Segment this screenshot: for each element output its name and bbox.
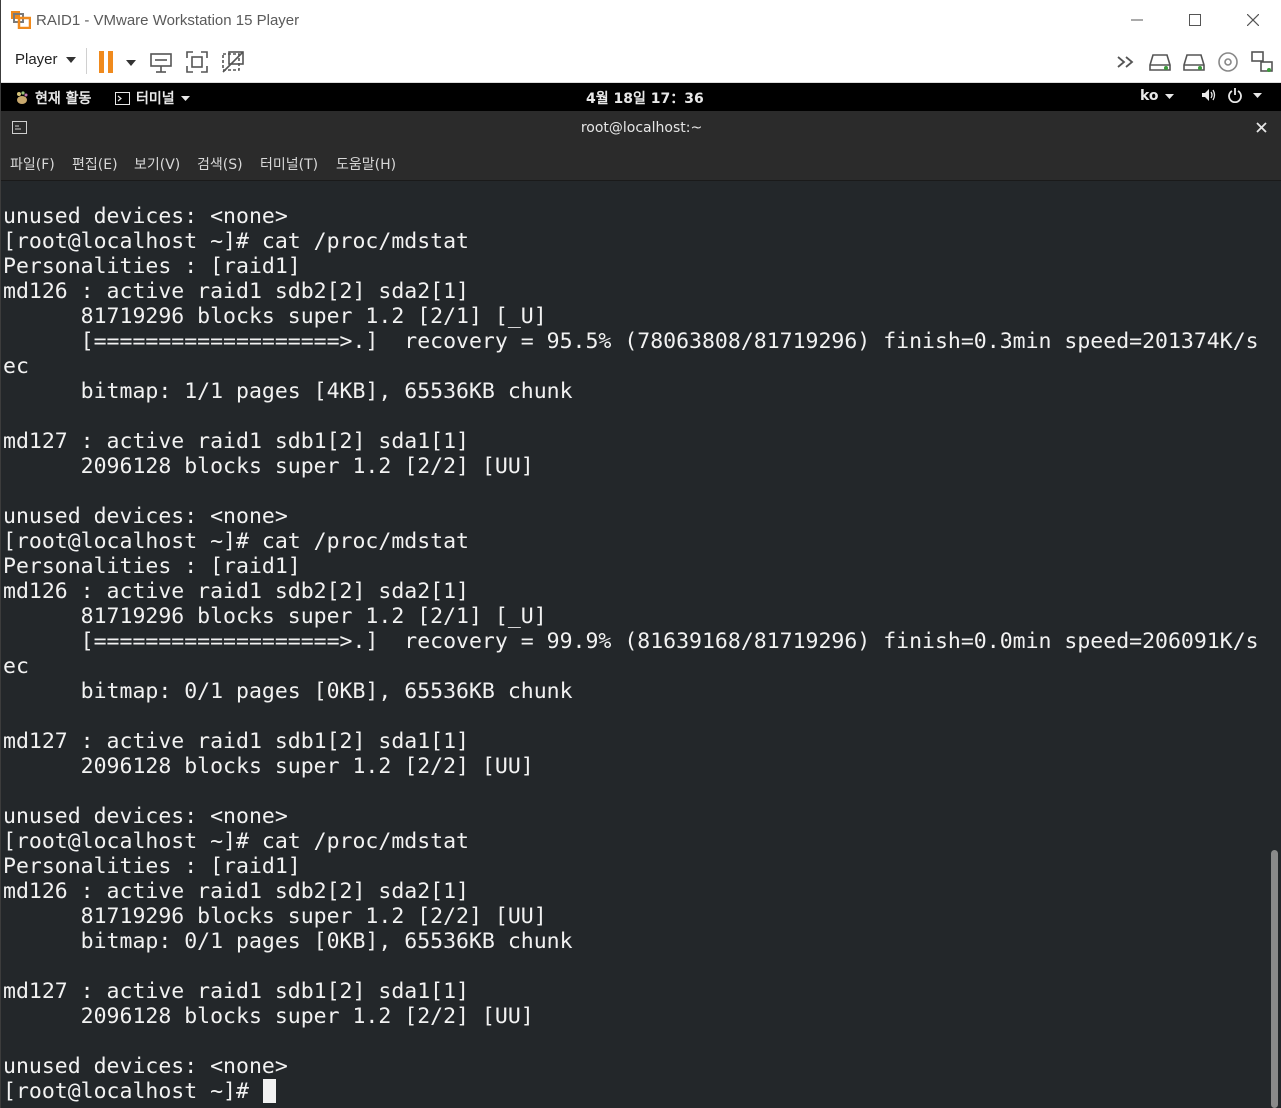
menu-edit[interactable]: 편집(E): [72, 154, 118, 174]
window-title: RAID1 - VMware Workstation 15 Player: [36, 12, 300, 29]
cd-dvd-icon[interactable]: [1216, 50, 1240, 74]
terminal-output-text: unused devices: <none> [root@localhost ~]…: [3, 204, 1259, 1104]
terminal-line: unused devices: <none>: [3, 804, 288, 829]
clock[interactable]: 4월 18일 17：36: [586, 88, 704, 108]
terminal-line: Personalities : [raid1]: [3, 554, 301, 579]
gnome-foot-icon: [17, 91, 28, 104]
menu-file[interactable]: 파일(F): [10, 154, 55, 174]
terminal-app-menu[interactable]: 터미널: [115, 88, 190, 108]
menu-help[interactable]: 도움말(H): [336, 154, 396, 174]
terminal-line: 81719296 blocks super 1.2 [2/2] [UU]: [3, 904, 547, 929]
terminal-line: md127 : active raid1 sdb1[2] sda1[1]: [3, 729, 469, 754]
close-window-button[interactable]: [1224, 0, 1281, 40]
activities-label: 현재 활동: [35, 91, 92, 107]
activities-button[interactable]: 현재 활동: [15, 88, 91, 108]
terminal-menu-bar: 파일(F) 편집(E) 보기(V) 검색(S) 터미널(T) 도움말(H): [1, 145, 1281, 181]
gnome-top-bar: 현재 활동 터미널 4월 18일 17：36 ko: [1, 83, 1281, 111]
terminal-line: ec: [3, 654, 29, 679]
power-icon: [1228, 88, 1242, 103]
terminal-line: md127 : active raid1 sdb1[2] sda1[1]: [3, 979, 469, 1004]
terminal-line: Personalities : [raid1]: [3, 854, 301, 879]
toolbar-divider: [86, 48, 87, 74]
hard-disk-icon[interactable]: [1148, 50, 1172, 74]
terminal-line: unused devices: <none>: [3, 504, 288, 529]
terminal-output-area[interactable]: unused devices: <none> [root@localhost ~]…: [1, 181, 1281, 1108]
terminal-line: bitmap: 0/1 pages [0KB], 65536KB chunk: [3, 929, 573, 954]
terminal-line: 2096128 blocks super 1.2 [2/2] [UU]: [3, 454, 534, 479]
minimize-button[interactable]: [1108, 0, 1166, 40]
terminal-line: [root@localhost ~]# cat /proc/mdstat: [3, 829, 469, 854]
menu-terminal[interactable]: 터미널(T): [260, 154, 318, 174]
close-icon: [1256, 122, 1267, 133]
close-icon: [1247, 14, 1259, 26]
terminal-line: unused devices: <none>: [3, 1054, 288, 1079]
terminal-line: md126 : active raid1 sdb2[2] sda2[1]: [3, 279, 469, 304]
more-icon[interactable]: [1114, 50, 1138, 74]
player-menu-button[interactable]: Player: [15, 51, 76, 68]
menu-view[interactable]: 보기(V): [134, 154, 180, 174]
terminal-line: md126 : active raid1 sdb2[2] sda2[1]: [3, 579, 469, 604]
volume-icon: [1202, 89, 1216, 101]
send-ctrl-alt-del-icon[interactable]: [149, 50, 173, 74]
terminal-title: root@localhost:~: [580, 120, 703, 136]
menu-search[interactable]: 검색(S): [197, 154, 243, 174]
vmware-player-window: RAID1 - VMware Workstation 15 Player Pla…: [0, 0, 1281, 1108]
terminal-scrollbar[interactable]: [1271, 850, 1278, 1108]
terminal-line: Personalities : [raid1]: [3, 254, 301, 279]
terminal-line: bitmap: 0/1 pages [0KB], 65536KB chunk: [3, 679, 573, 704]
terminal-line: md127 : active raid1 sdb1[2] sda1[1]: [3, 429, 469, 454]
maximize-icon: [1189, 14, 1201, 26]
maximize-button[interactable]: [1166, 0, 1224, 40]
terminal-cursor: [263, 1079, 276, 1103]
terminal-line: [root@localhost ~]#: [3, 1079, 262, 1104]
network-icon[interactable]: [1250, 50, 1274, 74]
chevron-down-icon: [1164, 93, 1174, 99]
terminal-line: 81719296 blocks super 1.2 [2/1] [_U]: [3, 304, 547, 329]
window-title-bar: RAID1 - VMware Workstation 15 Player: [1, 0, 1281, 40]
terminal-line: 2096128 blocks super 1.2 [2/2] [UU]: [3, 754, 534, 779]
language-label: ko: [1140, 88, 1159, 104]
input-language-menu[interactable]: ko: [1140, 88, 1174, 104]
chevron-down-icon: [65, 56, 76, 63]
minimize-icon: [1131, 19, 1143, 21]
terminal-line: 2096128 blocks super 1.2 [2/2] [UU]: [3, 1004, 534, 1029]
unity-icon[interactable]: [221, 50, 245, 74]
system-menu[interactable]: [1201, 87, 1262, 103]
chevron-down-icon: [180, 95, 190, 101]
fullscreen-icon[interactable]: [185, 50, 209, 74]
terminal-app-icon: [115, 91, 130, 105]
pause-dropdown-chevron-icon[interactable]: [125, 50, 137, 74]
player-menu-label: Player: [15, 51, 58, 68]
terminal-line: [root@localhost ~]# cat /proc/mdstat: [3, 229, 469, 254]
terminal-line: 81719296 blocks super 1.2 [2/1] [_U]: [3, 604, 547, 629]
app-menu-label: 터미널: [136, 91, 175, 107]
terminal-line: [root@localhost ~]# cat /proc/mdstat: [3, 529, 469, 554]
terminal-line: bitmap: 1/1 pages [4KB], 65536KB chunk: [3, 379, 573, 404]
terminal-line: unused devices: <none>: [3, 204, 288, 229]
hard-disk-2-icon[interactable]: [1182, 50, 1206, 74]
terminal-header-bar: root@localhost:~: [1, 111, 1281, 145]
player-toolbar: Player: [1, 40, 1281, 83]
terminal-close-button[interactable]: [1256, 118, 1267, 137]
chevron-down-icon: [1253, 92, 1262, 98]
terminal-line: ec: [3, 354, 29, 379]
terminal-line: [===================>.] recovery = 95.5%…: [3, 329, 1259, 354]
vmware-logo-icon: [11, 11, 31, 29]
pause-icon[interactable]: [97, 50, 121, 74]
terminal-line: [===================>.] recovery = 99.9%…: [3, 629, 1259, 654]
terminal-line: md126 : active raid1 sdb2[2] sda2[1]: [3, 879, 469, 904]
